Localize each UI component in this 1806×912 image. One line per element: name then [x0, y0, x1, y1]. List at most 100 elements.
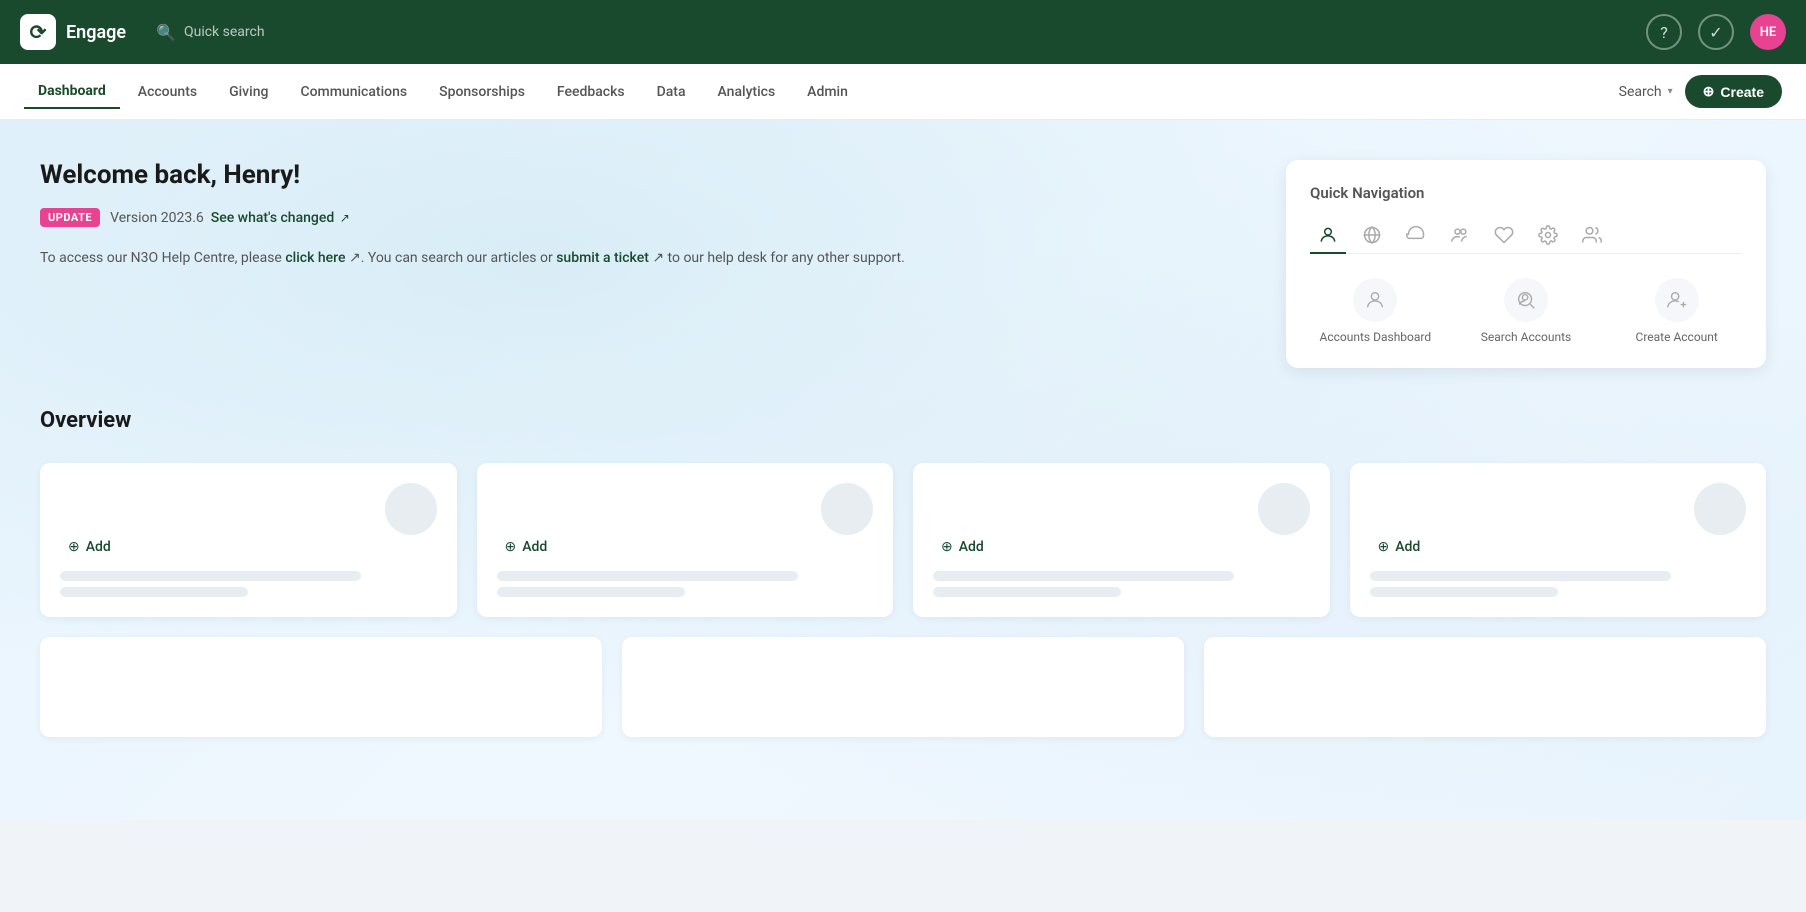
quick-search-label: Quick search [184, 24, 265, 40]
nav-items: Dashboard Accounts Giving Communications… [24, 75, 1619, 109]
dashboard-card-3: ⊕ Add [913, 463, 1330, 617]
nav-item-analytics[interactable]: Analytics [704, 76, 790, 108]
qn-tab-users[interactable] [1574, 218, 1610, 254]
qn-tab-group[interactable] [1442, 218, 1478, 254]
chevron-down-icon: ▾ [1668, 86, 1673, 97]
card-line [933, 587, 1121, 597]
search-nav-label: Search [1619, 84, 1662, 100]
nav-right: Search ▾ ⊕ Create [1619, 75, 1782, 108]
search-icon: 🔍 [156, 23, 176, 42]
nav-item-dashboard[interactable]: Dashboard [24, 75, 120, 109]
qn-item-create-account-label: Create Account [1636, 330, 1718, 344]
nav-item-admin[interactable]: Admin [793, 76, 862, 108]
external-link-icon-2: ↗ [345, 250, 360, 266]
create-icon: ⊕ [1703, 83, 1715, 100]
card-2-add-button[interactable]: ⊕ Add [497, 535, 874, 559]
help-intro: To access our N3O Help Centre, please [40, 250, 282, 266]
qn-item-search-accounts[interactable]: Search Accounts [1461, 278, 1592, 344]
welcome-title: Welcome back, Henry! [40, 160, 1246, 190]
card-1-circle [385, 483, 437, 535]
quick-search-bar[interactable]: 🔍 Quick search [156, 23, 265, 42]
qn-item-create-account[interactable]: Create Account [1611, 278, 1742, 344]
app-name: Engage [66, 22, 126, 43]
card-1-top [60, 483, 437, 535]
dashboard-card-2: ⊕ Add [477, 463, 894, 617]
qn-item-accounts-dashboard-label: Accounts Dashboard [1320, 330, 1432, 344]
external-link-icon-3: ↗ [649, 250, 664, 266]
card-line [1370, 587, 1558, 597]
add-icon: ⊕ [505, 539, 517, 555]
card-3-top [933, 483, 1310, 535]
cards-row-1: ⊕ Add [40, 463, 1766, 617]
version-text: Version 2023.6 See what's changed ↗ [110, 210, 350, 226]
overview-title: Overview [40, 408, 1766, 433]
add-icon: ⊕ [68, 539, 80, 555]
nav-item-communications[interactable]: Communications [286, 76, 421, 108]
card-line [497, 571, 798, 581]
card-4-top [1370, 483, 1747, 535]
card-3-bottom [933, 571, 1310, 597]
card-line [1370, 571, 1671, 581]
card-line [933, 571, 1234, 581]
dashboard-card-7 [1204, 637, 1766, 737]
add-label: Add [522, 539, 547, 555]
click-here-link[interactable]: click here [285, 250, 345, 266]
nav-item-giving[interactable]: Giving [215, 76, 282, 108]
welcome-left: Welcome back, Henry! UPDATE Version 2023… [40, 160, 1246, 269]
quick-nav-tabs [1310, 218, 1742, 254]
tasks-button[interactable]: ✓ [1698, 14, 1734, 50]
qn-item-accounts-dashboard[interactable]: Accounts Dashboard [1310, 278, 1441, 344]
create-account-icon [1655, 278, 1699, 322]
card-4-add-button[interactable]: ⊕ Add [1370, 535, 1747, 559]
card-line [60, 571, 361, 581]
create-button[interactable]: ⊕ Create [1685, 75, 1782, 108]
nav-item-sponsorships[interactable]: Sponsorships [425, 76, 539, 108]
card-4-circle [1694, 483, 1746, 535]
search-nav[interactable]: Search ▾ [1619, 84, 1673, 100]
avatar[interactable]: HE [1750, 14, 1786, 50]
external-link-icon: ↗ [340, 211, 350, 225]
card-line [60, 587, 248, 597]
welcome-prefix: Welcome back, [40, 160, 223, 190]
cards-row-2 [40, 637, 1766, 737]
main-nav: Dashboard Accounts Giving Communications… [0, 64, 1806, 120]
card-2-circle [821, 483, 873, 535]
qn-tab-support[interactable] [1398, 218, 1434, 254]
card-3-add-button[interactable]: ⊕ Add [933, 535, 1310, 559]
see-changed-link[interactable]: See what's changed [211, 210, 335, 226]
card-3-circle [1258, 483, 1310, 535]
logo-box: ⟳ [20, 14, 56, 50]
submit-ticket-link[interactable]: submit a ticket [556, 250, 649, 266]
nav-item-feedbacks[interactable]: Feedbacks [543, 76, 639, 108]
nav-item-accounts[interactable]: Accounts [124, 76, 211, 108]
qn-tab-heart[interactable] [1486, 218, 1522, 254]
qn-tab-settings[interactable] [1530, 218, 1566, 254]
welcome-name: Henry! [223, 160, 300, 190]
top-bar-right: ? ✓ HE [1646, 14, 1786, 50]
dashboard-card-4: ⊕ Add [1350, 463, 1767, 617]
content-area: Welcome back, Henry! UPDATE Version 2023… [0, 120, 1806, 820]
qn-tab-person[interactable] [1310, 218, 1346, 254]
help-button[interactable]: ? [1646, 14, 1682, 50]
logo-area: ⟳ Engage [20, 14, 126, 50]
create-label: Create [1720, 84, 1764, 100]
quick-nav-title: Quick Navigation [1310, 184, 1742, 202]
help-icon: ? [1660, 23, 1668, 42]
add-icon: ⊕ [941, 539, 953, 555]
tasks-icon: ✓ [1709, 23, 1722, 42]
card-1-add-button[interactable]: ⊕ Add [60, 535, 437, 559]
welcome-section: Welcome back, Henry! UPDATE Version 2023… [40, 160, 1766, 368]
nav-item-data[interactable]: Data [643, 76, 700, 108]
add-label: Add [86, 539, 111, 555]
card-1-bottom [60, 571, 437, 597]
avatar-initials: HE [1760, 25, 1777, 40]
logo-icon: ⟳ [30, 20, 47, 44]
top-bar: ⟳ Engage 🔍 Quick search ? ✓ HE [0, 0, 1806, 64]
add-icon: ⊕ [1378, 539, 1390, 555]
dashboard-card-1: ⊕ Add [40, 463, 457, 617]
overview-section: Overview ⊕ Add [40, 408, 1766, 737]
qn-tab-giving[interactable] [1354, 218, 1390, 254]
dashboard-card-5 [40, 637, 602, 737]
help-text: To access our N3O Help Centre, please cl… [40, 247, 1246, 269]
quick-nav-card: Quick Navigation [1286, 160, 1766, 368]
